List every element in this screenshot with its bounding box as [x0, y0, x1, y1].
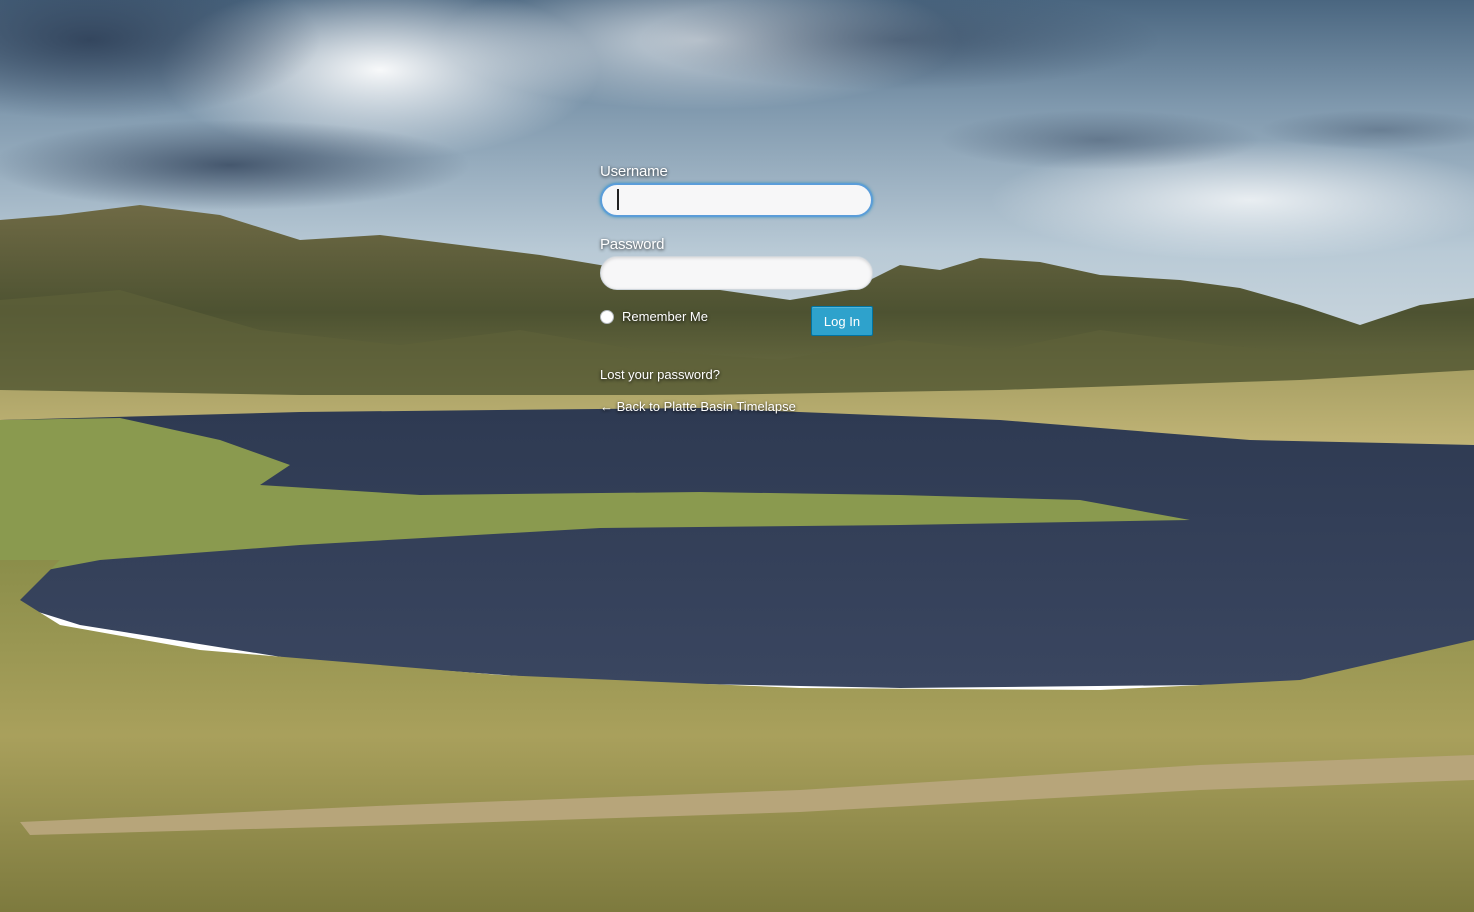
- username-label: Username: [600, 163, 668, 180]
- password-input[interactable]: [600, 256, 873, 290]
- password-input-wrap: [600, 256, 874, 290]
- remember-me-checkbox[interactable]: [600, 309, 614, 324]
- password-row: Password: [600, 236, 874, 290]
- login-button[interactable]: Log In: [811, 306, 873, 336]
- username-row: Username: [600, 163, 874, 217]
- login-form: Username Password Remember Me Log In Los…: [600, 163, 874, 414]
- remember-me[interactable]: Remember Me: [600, 309, 708, 324]
- login-links: Lost your password? ← Back to Platte Bas…: [600, 367, 874, 414]
- username-input-wrap: [600, 183, 874, 217]
- lost-password-link[interactable]: Lost your password?: [600, 367, 874, 382]
- remember-me-label[interactable]: Remember Me: [622, 309, 708, 324]
- password-label: Password: [600, 236, 665, 253]
- form-actions: Remember Me Log In: [600, 306, 874, 336]
- back-to-site-link[interactable]: ← Back to Platte Basin Timelapse: [600, 399, 874, 414]
- background-landscape-photo: [0, 0, 1474, 912]
- text-cursor: [617, 189, 619, 210]
- username-input[interactable]: [600, 183, 873, 217]
